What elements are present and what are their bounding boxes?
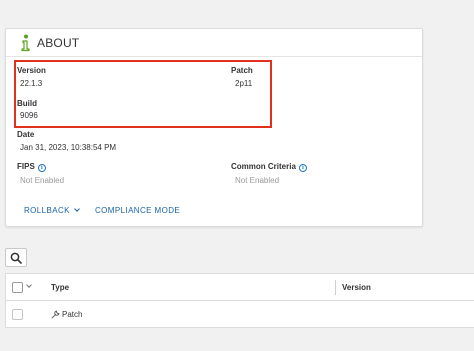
version-label: Version: [17, 66, 46, 75]
about-card: ABOUT Version 22.1.3 Patch 2p11 Build 90…: [5, 28, 423, 227]
search-button[interactable]: [5, 248, 27, 267]
row-checkbox[interactable]: [12, 309, 23, 320]
fips-label-text: FIPS: [17, 162, 35, 171]
fips-value: Not Enabled: [20, 176, 65, 185]
common-criteria-value: Not Enabled: [235, 176, 280, 185]
chevron-down-icon: [74, 206, 80, 212]
row-type-value: Patch: [62, 310, 83, 319]
info-icon: [21, 34, 30, 52]
table-row[interactable]: Patch: [6, 301, 474, 329]
table-header: Type Version: [6, 274, 474, 301]
compliance-mode-button[interactable]: COMPLIANCE MODE: [95, 206, 180, 215]
patch-table: Type Version Patch: [5, 273, 474, 328]
patch-value: 2p11: [235, 79, 253, 88]
wrench-icon: [51, 310, 60, 319]
rollback-label: ROLLBACK: [24, 206, 70, 215]
fips-help-icon[interactable]: i: [37, 164, 46, 172]
common-criteria-label: Common Criteria i: [231, 162, 307, 172]
version-value: 22.1.3: [20, 79, 43, 88]
about-card-header: ABOUT: [6, 29, 422, 57]
search-icon: [10, 252, 22, 264]
select-all-checkbox[interactable]: [12, 282, 23, 293]
column-header-type[interactable]: Type: [51, 283, 69, 292]
common-criteria-help-icon[interactable]: i: [298, 164, 307, 172]
rollback-button[interactable]: ROLLBACK: [24, 206, 80, 215]
date-label: Date: [17, 130, 35, 139]
column-resize-handle[interactable]: [335, 280, 336, 295]
date-value: Jan 31, 2023, 10:38:54 PM: [20, 143, 117, 152]
column-header-version[interactable]: Version: [342, 283, 371, 292]
build-label: Build: [17, 99, 37, 108]
common-criteria-label-text: Common Criteria: [231, 162, 296, 171]
about-title: ABOUT: [37, 36, 80, 50]
chevron-down-icon[interactable]: [26, 282, 32, 288]
fips-label: FIPS i: [17, 162, 46, 172]
patch-label: Patch: [231, 66, 253, 75]
build-value: 9096: [20, 111, 38, 120]
